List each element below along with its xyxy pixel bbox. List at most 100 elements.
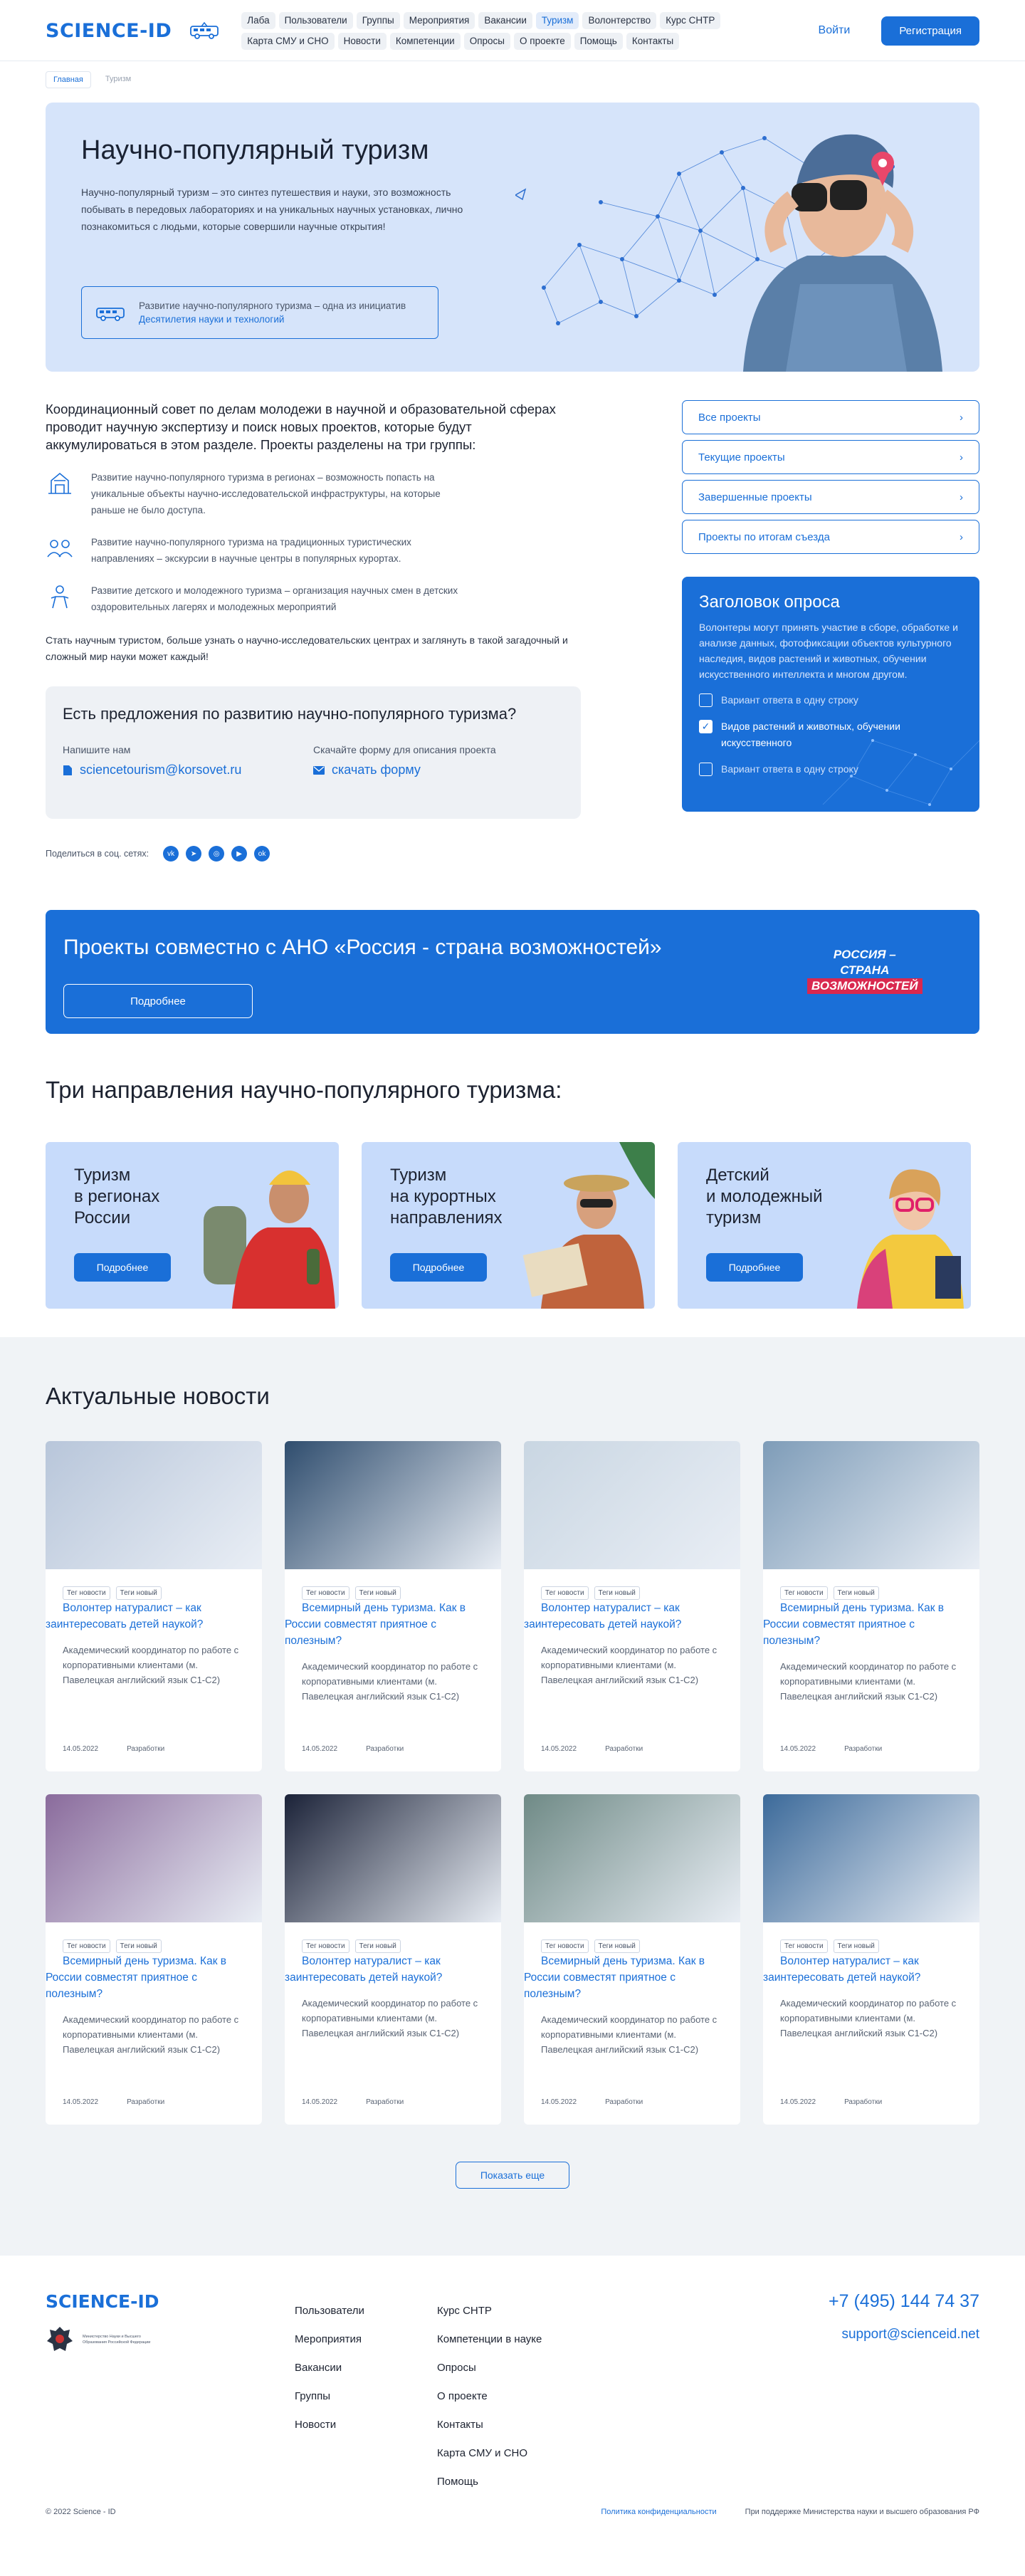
news-card[interactable]: Тег новости Теги новый Волонтер натуралист… — [46, 1441, 262, 1771]
banner-more-button[interactable]: Подробнее — [63, 984, 253, 1018]
nav-item[interactable]: Карта СМУ и СНО — [241, 32, 335, 50]
checkbox[interactable] — [699, 763, 713, 776]
news-image[interactable] — [524, 1441, 740, 1569]
news-title[interactable]: Всемирный день туризма. Как в России сов… — [46, 1955, 226, 2000]
privacy-link[interactable]: Политика конфиденциальности — [601, 2508, 716, 2516]
nav-item[interactable]: Волонтерство — [582, 11, 657, 29]
project-link[interactable]: Проекты по итогам съезда › — [682, 520, 979, 554]
news-title[interactable]: Всемирный день туризма. Как в России сов… — [524, 1955, 705, 2000]
news-tag[interactable]: Теги новый — [833, 1939, 879, 1953]
nav-item[interactable]: Лаба — [241, 11, 275, 29]
news-tag[interactable]: Теги новый — [594, 1586, 640, 1600]
footer-link[interactable]: Контакты — [437, 2411, 542, 2439]
news-card[interactable]: Тег новости Теги новый Волонтер натуралист… — [524, 1441, 740, 1771]
news-card[interactable]: Тег новости Теги новый Всемирный день тури… — [763, 1441, 979, 1771]
nav-item[interactable]: Группы — [356, 11, 400, 29]
proposal-email-link[interactable]: sciencetourism@korsovet.ru — [63, 763, 313, 777]
telegram-icon[interactable]: ➤ — [186, 846, 202, 862]
nav-item[interactable]: Компетенции — [389, 32, 461, 50]
show-more-button[interactable]: Показать еще — [456, 2162, 569, 2189]
footer-link[interactable]: Курс СНТР — [437, 2297, 542, 2325]
news-image[interactable] — [46, 1441, 262, 1569]
site-logo[interactable]: SCIENCE-ID — [46, 20, 172, 42]
nav-item[interactable]: Опросы — [463, 32, 511, 50]
news-tag[interactable]: Тег новости — [63, 1586, 110, 1600]
login-link[interactable]: Войти — [819, 24, 851, 37]
nav-item[interactable]: Контакты — [626, 32, 680, 50]
footer-link[interactable]: Пользователи — [295, 2297, 364, 2325]
footer-link[interactable]: Опросы — [437, 2354, 542, 2382]
news-image[interactable] — [524, 1794, 740, 1922]
nav-item[interactable]: Туризм — [535, 11, 579, 29]
nav-item[interactable]: Мероприятия — [403, 11, 475, 29]
news-card[interactable]: Тег новости Теги новый Всемирный день тури… — [46, 1794, 262, 2125]
footer-link[interactable]: Группы — [295, 2382, 364, 2411]
footer-link[interactable]: Карта СМУ и СНО — [437, 2439, 542, 2468]
news-tag[interactable]: Теги новый — [115, 1939, 162, 1953]
news-image[interactable] — [285, 1794, 501, 1922]
news-title[interactable]: Волонтер натуралист – как заинтересовать… — [285, 1955, 442, 1984]
download-form-link[interactable]: скачать форму — [313, 763, 564, 777]
nav-item[interactable]: Курс СНТР — [660, 11, 721, 29]
news-tag[interactable]: Теги новый — [354, 1586, 401, 1600]
footer-email[interactable]: support@scienceid.net — [841, 2327, 979, 2342]
youtube-icon[interactable]: ▶ — [231, 846, 248, 862]
direction-card[interactable]: Детский и молодежный туризм Подробнее — [678, 1142, 971, 1309]
news-tag[interactable]: Теги новый — [833, 1586, 879, 1600]
register-button[interactable]: Регистрация — [881, 16, 979, 46]
news-date: 14.05.2022 — [63, 2098, 99, 2106]
news-image[interactable] — [763, 1794, 979, 1922]
direction-card[interactable]: Туризм в регионах России Подробнее — [46, 1142, 339, 1309]
initiative-link[interactable]: Десятилетия науки и технологий — [139, 314, 406, 325]
nav-item[interactable]: Вакансии — [478, 11, 532, 29]
footer-link[interactable]: О проекте — [437, 2382, 542, 2411]
footer-phone[interactable]: +7 (495) 144 74 37 — [829, 2291, 979, 2312]
news-tag[interactable]: Теги новый — [115, 1586, 162, 1600]
news-tag[interactable]: Теги новый — [354, 1939, 401, 1953]
news-tag[interactable]: Тег новости — [302, 1939, 349, 1953]
checkbox[interactable] — [699, 693, 713, 707]
news-card[interactable]: Тег новости Теги новый Всемирный день тури… — [524, 1794, 740, 2125]
nav-item[interactable]: Новости — [337, 32, 387, 50]
news-tag[interactable]: Тег новости — [63, 1939, 110, 1953]
direction-card-button[interactable]: Подробнее — [390, 1253, 487, 1282]
news-title[interactable]: Волонтер натуралист – как заинтересовать… — [524, 1602, 681, 1630]
direction-card[interactable]: Туризм на курортных направлениях Подробнее — [362, 1142, 655, 1309]
initiative-box[interactable]: Развитие научно-популярного туризма – од… — [81, 286, 438, 339]
news-card[interactable]: Тег новости Теги новый Всемирный день тури… — [285, 1441, 501, 1771]
ok-icon[interactable]: ok — [254, 846, 270, 862]
footer-link[interactable]: Вакансии — [295, 2354, 364, 2382]
project-link[interactable]: Все проекты › — [682, 400, 979, 434]
project-link[interactable]: Завершенные проекты › — [682, 480, 979, 514]
nav-item[interactable]: Помощь — [574, 32, 623, 50]
odnoklassniki-icon[interactable]: ◎ — [209, 846, 225, 862]
news-tag[interactable]: Тег новости — [302, 1586, 349, 1600]
footer-link[interactable]: Новости — [295, 2411, 364, 2439]
news-image[interactable] — [763, 1441, 979, 1569]
news-tag[interactable]: Тег новости — [541, 1586, 589, 1600]
checkbox[interactable]: ✓ — [699, 720, 713, 733]
nav-item[interactable]: О проекте — [514, 32, 571, 50]
footer-link[interactable]: Мероприятия — [295, 2325, 364, 2354]
news-tag[interactable]: Тег новости — [780, 1586, 828, 1600]
news-card[interactable]: Тег новости Теги новый Волонтер натуралист… — [763, 1794, 979, 2125]
news-card[interactable]: Тег новости Теги новый Волонтер натуралист… — [285, 1794, 501, 2125]
vk-icon[interactable]: vk — [163, 846, 179, 862]
news-title[interactable]: Волонтер натуралист – как заинтересовать… — [46, 1602, 203, 1630]
breadcrumb-home[interactable]: Главная — [46, 71, 91, 88]
footer-link[interactable]: Помощь — [437, 2468, 542, 2496]
direction-card-button[interactable]: Подробнее — [74, 1253, 171, 1282]
news-image[interactable] — [46, 1794, 262, 1922]
footer-link[interactable]: Компетенции в науке — [437, 2325, 542, 2354]
footer-logo[interactable]: SCIENCE-ID — [46, 2291, 159, 2312]
news-title[interactable]: Всемирный день туризма. Как в России сов… — [763, 1602, 944, 1647]
nav-item[interactable]: Пользователи — [278, 11, 353, 29]
direction-card-button[interactable]: Подробнее — [706, 1253, 803, 1282]
news-title[interactable]: Всемирный день туризма. Как в России сов… — [285, 1602, 466, 1647]
news-title[interactable]: Волонтер натуралист – как заинтересовать… — [763, 1955, 920, 1984]
news-image[interactable] — [285, 1441, 501, 1569]
news-tag[interactable]: Тег новости — [780, 1939, 828, 1953]
news-tag[interactable]: Теги новый — [594, 1939, 640, 1953]
project-link[interactable]: Текущие проекты › — [682, 440, 979, 474]
news-tag[interactable]: Тег новости — [541, 1939, 589, 1953]
